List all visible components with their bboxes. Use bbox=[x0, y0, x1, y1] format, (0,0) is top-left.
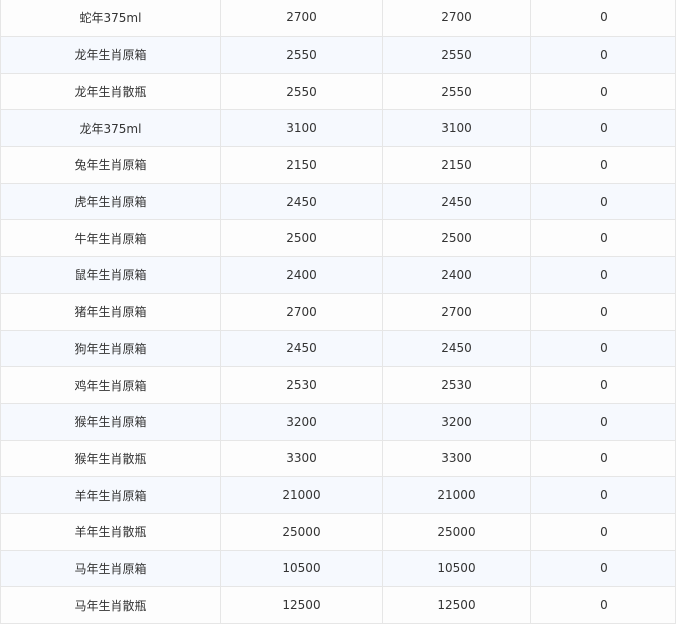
difference-cell: 0 bbox=[600, 231, 608, 246]
table-row[interactable]: 虎年生肖原箱 2450 2450 0 bbox=[1, 183, 675, 221]
price-a-cell: 21000 bbox=[221, 477, 383, 513]
difference-cell: 0 bbox=[600, 47, 608, 62]
product-name-cell: 羊年生肖散瓶 bbox=[1, 513, 221, 550]
price-b-cell: 2500 bbox=[383, 220, 531, 257]
price-b-cell: 21000 bbox=[383, 477, 531, 513]
price-b-cell: 12500 bbox=[383, 587, 531, 623]
price-b-cell: 3200 bbox=[383, 403, 531, 440]
price-b-cell: 2550 bbox=[383, 37, 531, 73]
table-row[interactable]: 龙年375ml 3100 3100 0 bbox=[1, 110, 675, 148]
product-name-cell: 马年生肖散瓶 bbox=[1, 587, 221, 623]
product-name-cell: 鼠年生肖原箱 bbox=[1, 257, 221, 293]
price-a-cell: 3200 bbox=[221, 403, 383, 440]
price-a-cell: 2500 bbox=[221, 220, 383, 257]
price-b-cell: 3100 bbox=[383, 110, 531, 147]
price-a-cell: 3300 bbox=[221, 440, 383, 477]
difference-cell: 0 bbox=[600, 488, 608, 503]
price-table: 蛇年375ml 2700 2700 0 龙年生肖原箱 2550 2550 0 龙… bbox=[0, 0, 676, 624]
table-row[interactable]: 猴年生肖原箱 3200 3200 0 bbox=[1, 403, 675, 441]
price-b-cell: 2700 bbox=[383, 0, 531, 36]
price-b-cell: 2450 bbox=[383, 330, 531, 367]
difference-cell: 0 bbox=[600, 524, 608, 539]
price-a-cell: 2550 bbox=[221, 37, 383, 73]
product-name-cell: 猴年生肖原箱 bbox=[1, 403, 221, 440]
difference-cell: 0 bbox=[600, 341, 608, 356]
price-a-cell: 2550 bbox=[221, 73, 383, 110]
difference-cell: 0 bbox=[600, 378, 608, 393]
difference-cell: 0 bbox=[600, 304, 608, 319]
product-name-cell: 羊年生肖原箱 bbox=[1, 477, 221, 513]
table-row[interactable]: 鼠年生肖原箱 2400 2400 0 bbox=[1, 257, 675, 294]
product-name-cell: 马年生肖原箱 bbox=[1, 550, 221, 587]
difference-cell: 0 bbox=[600, 598, 608, 613]
difference-cell: 0 bbox=[600, 84, 608, 99]
product-name-cell: 蛇年375ml bbox=[1, 0, 221, 36]
price-b-cell: 2400 bbox=[383, 257, 531, 293]
price-b-cell: 2550 bbox=[383, 73, 531, 110]
table-row[interactable]: 兔年生肖原箱 2150 2150 0 bbox=[1, 147, 675, 184]
table-row[interactable]: 龙年生肖散瓶 2550 2550 0 bbox=[1, 73, 675, 111]
price-b-cell: 3300 bbox=[383, 440, 531, 477]
price-a-cell: 10500 bbox=[221, 550, 383, 587]
price-a-cell: 12500 bbox=[221, 587, 383, 623]
price-a-cell: 2700 bbox=[221, 0, 383, 36]
price-b-cell: 2450 bbox=[383, 183, 531, 220]
difference-cell: 0 bbox=[600, 157, 608, 172]
difference-cell: 0 bbox=[600, 561, 608, 576]
difference-cell: 0 bbox=[600, 414, 608, 429]
table-row[interactable]: 狗年生肖原箱 2450 2450 0 bbox=[1, 330, 675, 368]
price-a-cell: 3100 bbox=[221, 110, 383, 147]
table-row[interactable]: 蛇年375ml 2700 2700 0 bbox=[1, 0, 675, 37]
price-a-cell: 2400 bbox=[221, 257, 383, 293]
price-b-cell: 25000 bbox=[383, 513, 531, 550]
table-row[interactable]: 羊年生肖散瓶 25000 25000 0 bbox=[1, 513, 675, 551]
price-b-cell: 2150 bbox=[383, 147, 531, 183]
difference-cell: 0 bbox=[600, 267, 608, 282]
product-name-cell: 猴年生肖散瓶 bbox=[1, 440, 221, 477]
product-name-cell: 狗年生肖原箱 bbox=[1, 330, 221, 367]
product-name-cell: 牛年生肖原箱 bbox=[1, 220, 221, 257]
price-a-cell: 2700 bbox=[221, 293, 383, 330]
table-row[interactable]: 鸡年生肖原箱 2530 2530 0 bbox=[1, 367, 675, 404]
product-name-cell: 龙年生肖散瓶 bbox=[1, 73, 221, 110]
table-row[interactable]: 马年生肖散瓶 12500 12500 0 bbox=[1, 587, 675, 624]
table-row[interactable]: 龙年生肖原箱 2550 2550 0 bbox=[1, 37, 675, 74]
table-row[interactable]: 猴年生肖散瓶 3300 3300 0 bbox=[1, 440, 675, 478]
table-row[interactable]: 牛年生肖原箱 2500 2500 0 bbox=[1, 220, 675, 258]
price-a-cell: 2450 bbox=[221, 183, 383, 220]
product-name-cell: 虎年生肖原箱 bbox=[1, 183, 221, 220]
table-row[interactable]: 羊年生肖原箱 21000 21000 0 bbox=[1, 477, 675, 514]
product-name-cell: 龙年375ml bbox=[1, 110, 221, 147]
price-a-cell: 2450 bbox=[221, 330, 383, 367]
price-a-cell: 2150 bbox=[221, 147, 383, 183]
price-b-cell: 2700 bbox=[383, 293, 531, 330]
price-a-cell: 2530 bbox=[221, 367, 383, 403]
product-name-cell: 兔年生肖原箱 bbox=[1, 147, 221, 183]
difference-cell: 0 bbox=[600, 10, 608, 24]
product-name-cell: 猪年生肖原箱 bbox=[1, 293, 221, 330]
price-b-cell: 10500 bbox=[383, 550, 531, 587]
difference-cell: 0 bbox=[600, 451, 608, 466]
product-name-cell: 龙年生肖原箱 bbox=[1, 37, 221, 73]
table-row[interactable]: 猪年生肖原箱 2700 2700 0 bbox=[1, 293, 675, 331]
table-row[interactable]: 马年生肖原箱 10500 10500 0 bbox=[1, 550, 675, 588]
price-a-cell: 25000 bbox=[221, 513, 383, 550]
difference-cell: 0 bbox=[600, 194, 608, 209]
price-b-cell: 2530 bbox=[383, 367, 531, 403]
difference-cell: 0 bbox=[600, 121, 608, 136]
product-name-cell: 鸡年生肖原箱 bbox=[1, 367, 221, 403]
